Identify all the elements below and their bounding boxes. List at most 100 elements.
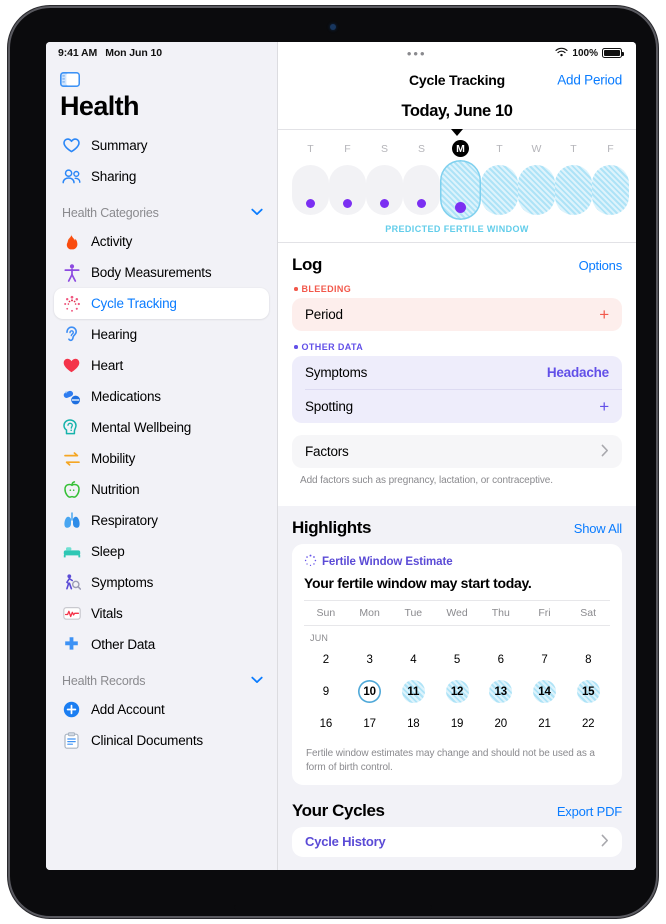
sidebar-section-health-categories[interactable]: Health Categories — [46, 192, 277, 226]
add-plus-icon[interactable]: + — [599, 398, 609, 415]
chevron-down-icon[interactable] — [251, 207, 263, 219]
day-pill[interactable] — [403, 165, 440, 215]
sidebar-item-hearing[interactable]: Hearing — [54, 319, 269, 350]
sidebar-item-activity[interactable]: Activity — [54, 226, 269, 257]
calendar-cell[interactable]: 21 — [523, 711, 567, 737]
week-day-letter: T — [307, 142, 314, 155]
sidebar-item-clinical-documents[interactable]: Clinical Documents — [54, 725, 269, 756]
calendar-cell-fertile[interactable]: 11 — [391, 679, 435, 705]
calendar-cell[interactable]: 18 — [391, 711, 435, 737]
calendar-day-fertile: 12 — [445, 680, 469, 703]
add-plus-icon[interactable]: + — [599, 306, 609, 323]
sidebar-item-respiratory[interactable]: Respiratory — [54, 505, 269, 536]
day-pill[interactable] — [292, 165, 329, 215]
highlights-title: Highlights — [292, 517, 372, 537]
calendar-cell[interactable]: 22 — [566, 711, 610, 737]
sidebar-toggle-icon — [60, 72, 277, 87]
highlights-show-all-button[interactable]: Show All — [574, 521, 622, 536]
sidebar-item-sharing[interactable]: Sharing — [54, 161, 269, 192]
sidebar-item-body-measurements[interactable]: Body Measurements — [54, 257, 269, 288]
log-row-spotting[interactable]: Spotting + — [292, 390, 622, 423]
sidebar-item-medications[interactable]: Medications — [54, 381, 269, 412]
calendar-cell[interactable]: 9 — [304, 679, 348, 705]
bleeding-bullet-icon — [294, 287, 298, 291]
day-pill[interactable] — [555, 165, 592, 215]
log-row-symptoms[interactable]: Symptoms Headache — [292, 356, 622, 389]
calendar-cell[interactable]: 17 — [348, 711, 392, 737]
calendar-cell-fertile[interactable]: 12 — [435, 679, 479, 705]
calendar-week-row: 16 17 18 19 20 21 22 — [304, 707, 610, 739]
chevron-right-icon[interactable] — [601, 444, 609, 460]
export-pdf-button[interactable]: Export PDF — [557, 804, 622, 819]
calendar-cell-fertile[interactable]: 13 — [479, 679, 523, 705]
log-options-button[interactable]: Options — [579, 258, 623, 273]
heart-outline-icon — [62, 136, 81, 155]
week-day-cell[interactable]: S — [366, 140, 403, 220]
calendar-day: 21 — [538, 717, 551, 730]
fertile-window-estimate-card[interactable]: Fertile Window Estimate Your fertile win… — [292, 543, 622, 785]
calendar-day: 5 — [453, 653, 461, 666]
week-day-letter: W — [531, 142, 542, 155]
calendar-cell[interactable]: 4 — [391, 647, 435, 673]
sidebar-item-heart[interactable]: Heart — [54, 350, 269, 381]
sidebar-item-other-data[interactable]: Other Data — [54, 629, 269, 660]
sidebar-item-symptoms[interactable]: Symptoms — [54, 567, 269, 598]
week-day-cell[interactable]: F — [329, 140, 366, 220]
week-day-cell[interactable]: T — [481, 140, 518, 220]
cycle-history-row[interactable]: Cycle History — [292, 826, 622, 857]
row-label: Factors — [305, 444, 349, 459]
sidebar-item-vitals[interactable]: Vitals — [54, 598, 269, 629]
sidebar-item-summary[interactable]: Summary — [54, 130, 269, 161]
window-grabber[interactable]: ••• — [278, 47, 555, 60]
week-day-cell[interactable]: W — [518, 140, 555, 220]
day-pill[interactable] — [592, 165, 629, 215]
week-day-cell[interactable]: F — [592, 140, 629, 220]
week-day-cell[interactable]: T — [292, 140, 329, 220]
log-row-factors[interactable]: Factors — [292, 435, 622, 468]
week-day-cell[interactable]: T — [555, 140, 592, 220]
calendar-cell[interactable]: 7 — [523, 647, 567, 673]
sidebar-item-nutrition[interactable]: Nutrition — [54, 474, 269, 505]
factors-caption: Add factors such as pregnancy, lactation… — [300, 475, 553, 486]
day-pill[interactable] — [366, 165, 403, 215]
calendar-day: 18 — [407, 717, 420, 730]
sidebar-item-add-account[interactable]: Add Account — [54, 694, 269, 725]
factors-card[interactable]: Factors — [292, 435, 622, 468]
chevron-right-icon[interactable] — [601, 834, 609, 850]
sidebar-item-mental-wellbeing[interactable]: Mental Wellbeing — [54, 412, 269, 443]
day-pill[interactable] — [481, 165, 518, 215]
calendar-cell-fertile[interactable]: 14 — [523, 679, 567, 705]
week-day-cell-today[interactable]: M — [440, 140, 481, 220]
week-day-cell[interactable]: S — [403, 140, 440, 220]
sidebar-item-cycle-tracking[interactable]: Cycle Tracking — [54, 288, 269, 319]
sidebar-item-label: Respiratory — [91, 513, 158, 528]
home-indicator[interactable] — [234, 905, 432, 910]
calendar-cell[interactable]: 5 — [435, 647, 479, 673]
calendar-cell[interactable]: 3 — [348, 647, 392, 673]
scroll-content[interactable]: Log Options BLEEDING Period + OTHER DATA… — [278, 243, 636, 870]
chevron-down-icon[interactable] — [251, 675, 263, 687]
calendar-cell-fertile[interactable]: 15 — [566, 679, 610, 705]
calendar-cell[interactable]: 20 — [479, 711, 523, 737]
calendar-cell[interactable]: 8 — [566, 647, 610, 673]
sidebar-section-health-records[interactable]: Health Records — [46, 660, 277, 694]
sidebar-item-label: Clinical Documents — [91, 733, 203, 748]
day-pill-today[interactable] — [440, 160, 481, 220]
calendar-cell[interactable]: 19 — [435, 711, 479, 737]
week-day-letter: S — [417, 142, 425, 155]
calendar-cell[interactable]: 16 — [304, 711, 348, 737]
add-period-button[interactable]: Add Period — [557, 73, 622, 88]
plus-cross-icon — [62, 635, 81, 654]
log-title: Log — [292, 255, 322, 274]
calendar-cell[interactable]: 2 — [304, 647, 348, 673]
sidebar-item-mobility[interactable]: Mobility — [54, 443, 269, 474]
calendar-cell[interactable]: 6 — [479, 647, 523, 673]
row-label: Cycle History — [305, 834, 386, 849]
log-row-period[interactable]: Period + — [292, 298, 622, 331]
day-pill[interactable] — [329, 165, 366, 215]
day-pill[interactable] — [518, 165, 555, 215]
row-value[interactable]: Headache — [547, 365, 609, 380]
sidebar-toggle-button[interactable] — [46, 64, 277, 89]
sidebar-item-sleep[interactable]: Sleep — [54, 536, 269, 567]
calendar-cell-today[interactable]: 10 — [348, 679, 392, 705]
